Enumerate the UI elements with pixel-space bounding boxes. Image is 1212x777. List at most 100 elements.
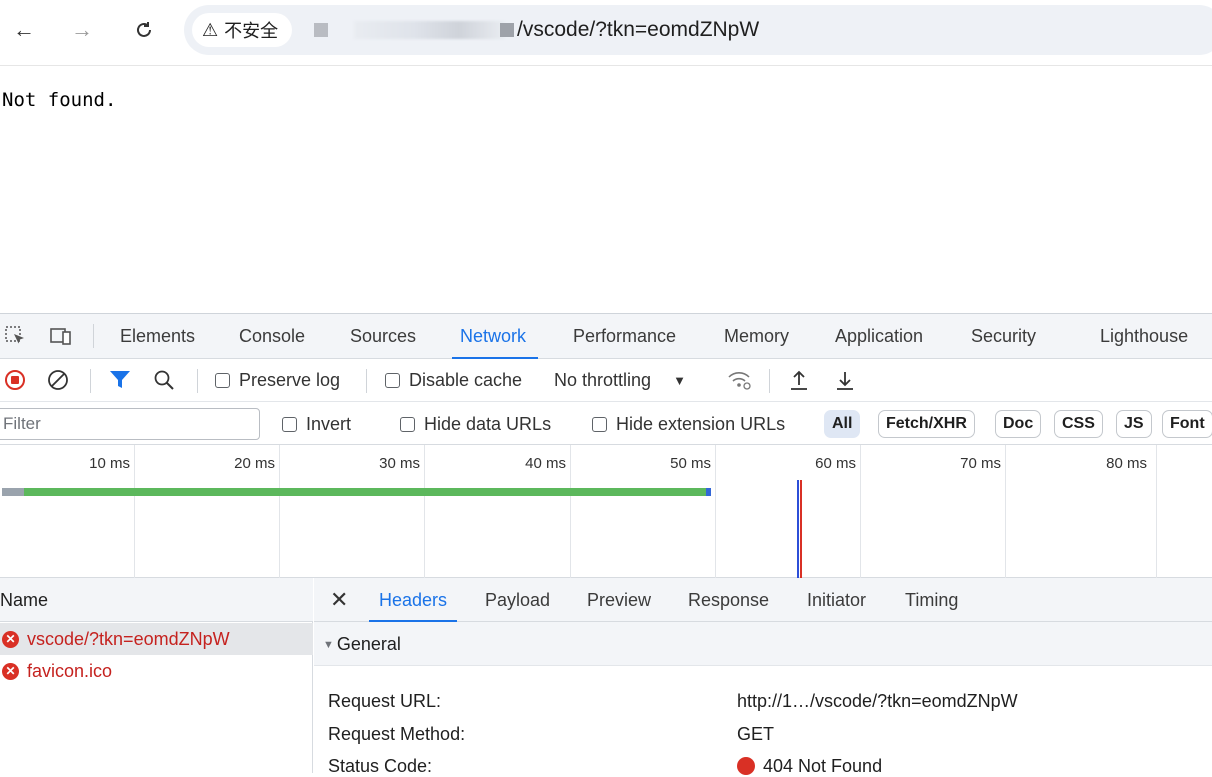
time-tick: 60 ms xyxy=(815,455,856,472)
type-filter-all[interactable]: All xyxy=(824,410,861,438)
waterfall-end-bar xyxy=(706,488,711,496)
divider xyxy=(769,369,770,393)
status-code-label: Status Code: xyxy=(328,756,433,776)
page-message: Not found. xyxy=(2,89,117,111)
status-dot-icon xyxy=(737,757,755,775)
gridline xyxy=(134,445,135,578)
hide-extension-urls-checkbox[interactable]: Hide extension URLs xyxy=(592,411,785,437)
request-list: Name ✕ vscode/?tkn=eomdZNpW ✕ favicon.ic… xyxy=(0,578,313,773)
address-bar[interactable]: ⚠ 不安全 /vscode/?tkn=eomdZNpW xyxy=(184,5,1212,55)
import-har-icon[interactable] xyxy=(788,367,810,393)
time-tick: 70 ms xyxy=(960,455,1001,472)
devtools-tabbar: Elements Console Sources Network Perform… xyxy=(0,314,1212,359)
url-redacted xyxy=(500,23,514,37)
checkbox-box[interactable] xyxy=(215,372,230,388)
request-method-label: Request Method: xyxy=(328,724,466,744)
gridline xyxy=(860,445,861,578)
close-icon[interactable]: ✕ xyxy=(330,587,348,613)
tab-elements[interactable]: Elements xyxy=(120,314,195,359)
throttling-value: No throttling xyxy=(554,369,652,390)
triangle-down-icon: ▼ xyxy=(323,639,334,651)
disable-cache-label: Disable cache xyxy=(409,369,523,390)
request-row[interactable]: ✕ vscode/?tkn=eomdZNpW xyxy=(0,623,313,655)
divider xyxy=(197,369,198,393)
request-details: ✕ Headers Payload Preview Response Initi… xyxy=(314,578,1212,776)
status-code-text: 404 Not Found xyxy=(763,756,883,776)
record-stop-icon[interactable] xyxy=(4,367,26,393)
request-name: vscode/?tkn=eomdZNpW xyxy=(27,628,230,649)
name-column-header[interactable]: Name xyxy=(0,578,313,622)
type-filter-font[interactable]: Font xyxy=(1162,410,1212,438)
type-filter-js[interactable]: JS xyxy=(1116,410,1152,438)
waterfall-overview[interactable]: 10 ms 20 ms 30 ms 40 ms 50 ms 60 ms 70 m… xyxy=(0,445,1212,578)
type-filter-fetch-xhr[interactable]: Fetch/XHR xyxy=(878,410,975,438)
inspect-element-icon[interactable] xyxy=(3,324,29,348)
checkbox-box[interactable] xyxy=(282,416,297,432)
tab-network[interactable]: Network xyxy=(451,314,539,359)
tab-sources[interactable]: Sources xyxy=(350,314,416,359)
time-tick: 30 ms xyxy=(379,455,420,472)
export-har-icon[interactable] xyxy=(834,367,856,393)
checkbox-box[interactable] xyxy=(592,416,607,432)
reload-icon[interactable] xyxy=(128,14,160,46)
hide-extension-urls-label: Hide extension URLs xyxy=(616,413,786,434)
time-tick: 50 ms xyxy=(670,455,711,472)
tab-console[interactable]: Console xyxy=(239,314,305,359)
error-circle-icon: ✕ xyxy=(2,630,19,648)
filter-input[interactable]: Filter xyxy=(0,408,260,440)
general-label: General xyxy=(336,634,401,654)
clear-icon[interactable] xyxy=(47,367,69,393)
request-row[interactable]: ✕ favicon.ico xyxy=(0,655,313,687)
tab-application[interactable]: Application xyxy=(835,314,923,359)
divider xyxy=(90,369,91,393)
tab-timing[interactable]: Timing xyxy=(905,578,958,622)
divider xyxy=(93,324,94,348)
device-toolbar-icon[interactable] xyxy=(48,324,74,348)
dropdown-triangle-icon: ▼ xyxy=(673,372,686,388)
throttling-select[interactable]: No throttling ▼ xyxy=(554,367,686,393)
tab-memory[interactable]: Memory xyxy=(724,314,789,359)
invert-checkbox[interactable]: Invert xyxy=(282,411,351,437)
request-url-value: http://1…/vscode/?tkn=eomdZNpW xyxy=(737,691,1018,711)
tab-response[interactable]: Response xyxy=(688,578,769,622)
tab-payload[interactable]: Payload xyxy=(485,578,550,622)
waterfall-download-bar xyxy=(24,488,706,496)
time-tick: 20 ms xyxy=(234,455,275,472)
url-text: /vscode/?tkn=eomdZNpW xyxy=(517,18,760,41)
gridline xyxy=(1156,445,1157,578)
type-filter-css[interactable]: CSS xyxy=(1054,410,1103,438)
general-section-header[interactable]: ▼ General xyxy=(314,622,1212,666)
disable-cache-checkbox[interactable]: Disable cache xyxy=(385,367,522,393)
back-arrow-icon[interactable]: ← xyxy=(8,14,40,46)
status-code-value: 404 Not Found xyxy=(737,756,882,777)
tab-headers[interactable]: Headers xyxy=(368,578,458,622)
preserve-log-checkbox[interactable]: Preserve log xyxy=(215,367,340,393)
tab-preview[interactable]: Preview xyxy=(587,578,651,622)
forward-arrow-icon[interactable]: → xyxy=(66,14,98,46)
url-redacted xyxy=(314,23,328,37)
filter-funnel-icon[interactable] xyxy=(109,367,131,393)
tab-initiator[interactable]: Initiator xyxy=(807,578,866,622)
time-tick: 10 ms xyxy=(89,455,130,472)
request-method-value: GET xyxy=(737,724,775,744)
security-chip[interactable]: ⚠ 不安全 xyxy=(192,13,293,47)
type-filter-doc[interactable]: Doc xyxy=(995,410,1042,438)
tab-lighthouse[interactable]: Lighthouse xyxy=(1100,314,1188,359)
checkbox-box[interactable] xyxy=(385,372,400,388)
browser-toolbar: ← → ⚠ 不安全 /vscode/?tkn=eomdZNpW xyxy=(0,0,1212,66)
checkbox-box[interactable] xyxy=(400,416,415,432)
gridline xyxy=(715,445,716,578)
hide-data-urls-checkbox[interactable]: Hide data URLs xyxy=(400,411,551,437)
warning-triangle-icon: ⚠ xyxy=(202,19,219,40)
gridline xyxy=(424,445,425,578)
network-toolbar: Preserve log Disable cache No throttling… xyxy=(0,359,1212,402)
time-tick: 40 ms xyxy=(525,455,566,472)
domcontentloaded-marker xyxy=(797,480,799,578)
tab-security[interactable]: Security xyxy=(971,314,1036,359)
search-icon[interactable] xyxy=(153,367,175,393)
gridline xyxy=(279,445,280,578)
url-redacted xyxy=(354,21,504,39)
network-conditions-icon[interactable] xyxy=(727,367,753,393)
preserve-log-label: Preserve log xyxy=(239,369,341,390)
tab-performance[interactable]: Performance xyxy=(573,314,676,359)
